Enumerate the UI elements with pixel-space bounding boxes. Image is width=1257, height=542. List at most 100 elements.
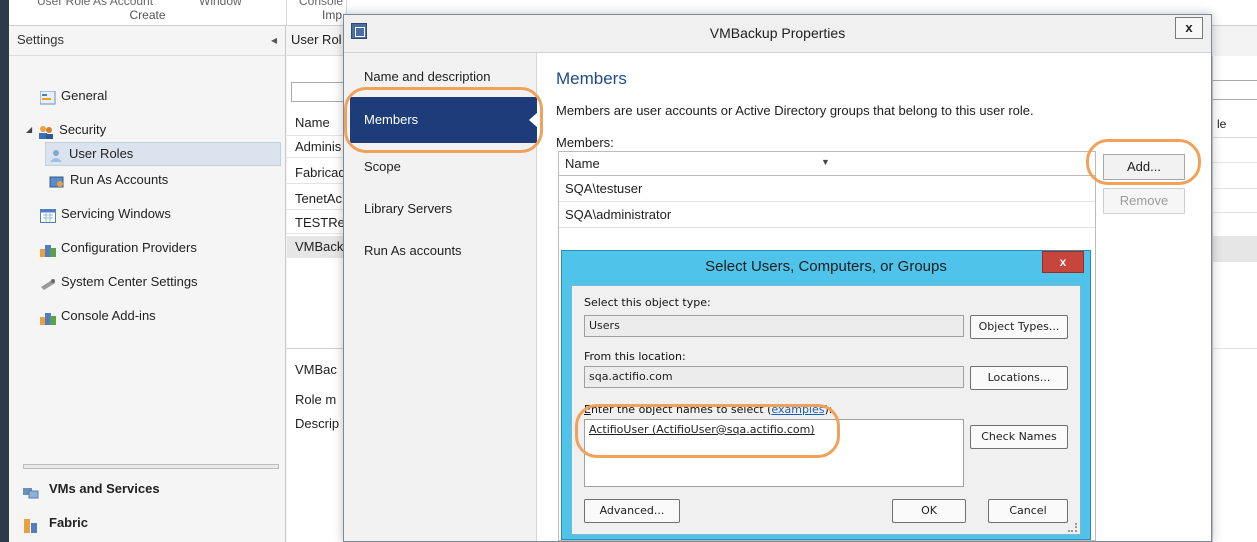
- list-search-input[interactable]: [291, 82, 351, 102]
- list-pane-header: User Rol: [287, 26, 347, 56]
- members-list-label: Members:: [556, 135, 614, 150]
- expand-arrow-icon[interactable]: ◢: [26, 118, 32, 142]
- nav-title: Settings: [17, 32, 64, 47]
- run-as-accounts-icon: [49, 173, 65, 188]
- ribbon-group-create: User Role As Account Window Create: [9, 0, 287, 26]
- workspace-vms-and-services[interactable]: VMs and Services: [23, 476, 160, 502]
- servicing-windows-icon: [40, 207, 56, 223]
- object-names-value: ActifioUser (ActifioUser@sqa.actifio.com…: [589, 423, 815, 436]
- list-row[interactable]: TESTRea: [287, 212, 347, 234]
- check-names-button[interactable]: Check Names: [970, 425, 1068, 449]
- ribbon-group-cut-text-2: Window: [199, 0, 242, 8]
- select-dialog-body: Select this object type: Users Object Ty…: [571, 285, 1081, 535]
- detail-title: VMBac: [295, 362, 337, 377]
- ribbon-group-import: Console Imp: [287, 0, 347, 26]
- system-center-settings-icon: [40, 275, 56, 290]
- members-row[interactable]: SQA\testuser: [559, 176, 1095, 202]
- nav-item-security[interactable]: ◢ Security: [26, 118, 106, 142]
- ribbon-group-caption: Create: [129, 8, 166, 22]
- close-button[interactable]: x: [1175, 17, 1203, 39]
- page-title: Members: [556, 69, 627, 88]
- nav-item-servicing-windows[interactable]: Servicing Windows: [40, 202, 171, 226]
- sidebar-item-library-servers[interactable]: Library Servers: [364, 201, 452, 216]
- nav-item-label: General: [61, 88, 108, 103]
- list-row[interactable]: Fabricad: [287, 162, 347, 184]
- select-dialog-close-button[interactable]: x: [1042, 251, 1084, 273]
- dialog-sidebar: Name and description Members Scope Libra…: [344, 53, 538, 541]
- workspace-label: VMs and Services: [49, 481, 160, 496]
- sidebar-item-members[interactable]: Members: [350, 97, 538, 143]
- list-column-header[interactable]: Name: [287, 110, 347, 136]
- row-line: [1213, 162, 1257, 163]
- locations-button[interactable]: Locations...: [970, 366, 1068, 390]
- list-row[interactable]: Adminis: [287, 136, 347, 158]
- collapse-pane-icon[interactable]: ◂: [271, 26, 277, 54]
- window-left-edge: [0, 0, 9, 542]
- sidebar-item-run-as-accounts[interactable]: Run As accounts: [364, 243, 462, 258]
- page-description: Members are user accounts or Active Dire…: [556, 103, 1034, 118]
- general-icon: [39, 89, 56, 105]
- object-names-label-text: nter the object names to select (: [590, 403, 772, 416]
- advanced-button[interactable]: Advanced...: [584, 499, 680, 523]
- location-field: sqa.actifio.com: [584, 366, 964, 388]
- resize-grip-icon[interactable]: [1068, 523, 1077, 532]
- examples-link[interactable]: examples: [771, 403, 824, 416]
- security-icon: [38, 123, 54, 139]
- nav-item-system-center-settings[interactable]: System Center Settings: [40, 270, 198, 294]
- location-label: From this location:: [584, 350, 686, 363]
- user-roles-list-pane: User Rol Name Adminis Fabricad TenetAc T…: [287, 26, 351, 542]
- configuration-providers-icon: [40, 241, 56, 257]
- object-types-button[interactable]: Object Types...: [970, 315, 1068, 339]
- nav-item-console-addins[interactable]: Console Add-ins: [40, 304, 156, 328]
- object-names-input[interactable]: ActifioUser (ActifioUser@sqa.actifio.com…: [584, 419, 964, 487]
- object-type-field: Users: [584, 315, 964, 337]
- nav-item-label: Console Add-ins: [61, 308, 156, 323]
- object-names-label: Enter the object names to select (exampl…: [584, 403, 832, 416]
- object-names-label-suffix: ):: [824, 403, 833, 416]
- ok-button[interactable]: OK: [892, 499, 966, 523]
- nav-item-run-as-accounts[interactable]: Run As Accounts: [49, 168, 168, 192]
- nav-item-label: Run As Accounts: [70, 172, 169, 187]
- row-line: [1213, 212, 1257, 213]
- grid-column-label: Name: [565, 156, 600, 171]
- nav-item-label: Security: [59, 122, 107, 137]
- workspace-fabric[interactable]: Fabric: [23, 510, 88, 536]
- workspace-label: Fabric: [49, 515, 89, 530]
- list-pane-right-edge: le: [1212, 56, 1257, 542]
- list-search-input-edge[interactable]: [1213, 80, 1257, 100]
- sidebar-item-name-and-description[interactable]: Name and description: [364, 69, 490, 84]
- object-type-label: Select this object type:: [584, 296, 711, 309]
- nav-item-label: System Center Settings: [61, 274, 198, 289]
- nav-item-user-roles[interactable]: User Roles: [45, 142, 281, 166]
- settings-nav-pane: Settings ◂ General ◢ Security User Roles…: [9, 26, 286, 542]
- detail-divider: [287, 348, 347, 349]
- nav-item-label: Configuration Providers: [61, 240, 197, 255]
- nav-item-general[interactable]: General: [39, 84, 108, 108]
- sidebar-item-scope[interactable]: Scope: [364, 159, 401, 174]
- detail-line: Role m: [295, 392, 337, 407]
- select-dialog-title[interactable]: Select Users, Computers, or Groups: [562, 258, 1090, 275]
- dialog-title: VMBackup Properties: [709, 25, 846, 41]
- list-column-header-edge[interactable]: le: [1213, 110, 1257, 138]
- user-roles-icon: [48, 147, 64, 162]
- sort-arrow-icon: ▼: [821, 157, 830, 167]
- dialog-titlebar[interactable]: VMBackup Properties x: [344, 15, 1211, 53]
- nav-header: Settings ◂: [9, 26, 285, 56]
- list-row[interactable]: VMBack: [287, 236, 347, 258]
- row-line: [1213, 236, 1257, 262]
- add-member-button[interactable]: Add...: [1103, 154, 1185, 180]
- nav-item-label: Servicing Windows: [61, 206, 171, 221]
- list-row[interactable]: TenetAc: [287, 188, 347, 210]
- cancel-button[interactable]: Cancel: [988, 499, 1068, 523]
- select-users-dialog: Select Users, Computers, or Groups x Sel…: [561, 250, 1091, 540]
- nav-item-configuration-providers[interactable]: Configuration Providers: [40, 236, 197, 260]
- row-line: [1213, 188, 1257, 189]
- pane-splitter[interactable]: [23, 464, 279, 469]
- console-addins-icon: [40, 309, 56, 325]
- remove-member-button[interactable]: Remove: [1103, 188, 1185, 214]
- members-row[interactable]: SQA\administrator: [559, 202, 1095, 228]
- nav-item-label: User Roles: [69, 146, 134, 161]
- ribbon-group-caption: Imp: [321, 8, 342, 22]
- fabric-icon: [23, 516, 39, 533]
- grid-column-header[interactable]: Name ▼: [559, 152, 1095, 176]
